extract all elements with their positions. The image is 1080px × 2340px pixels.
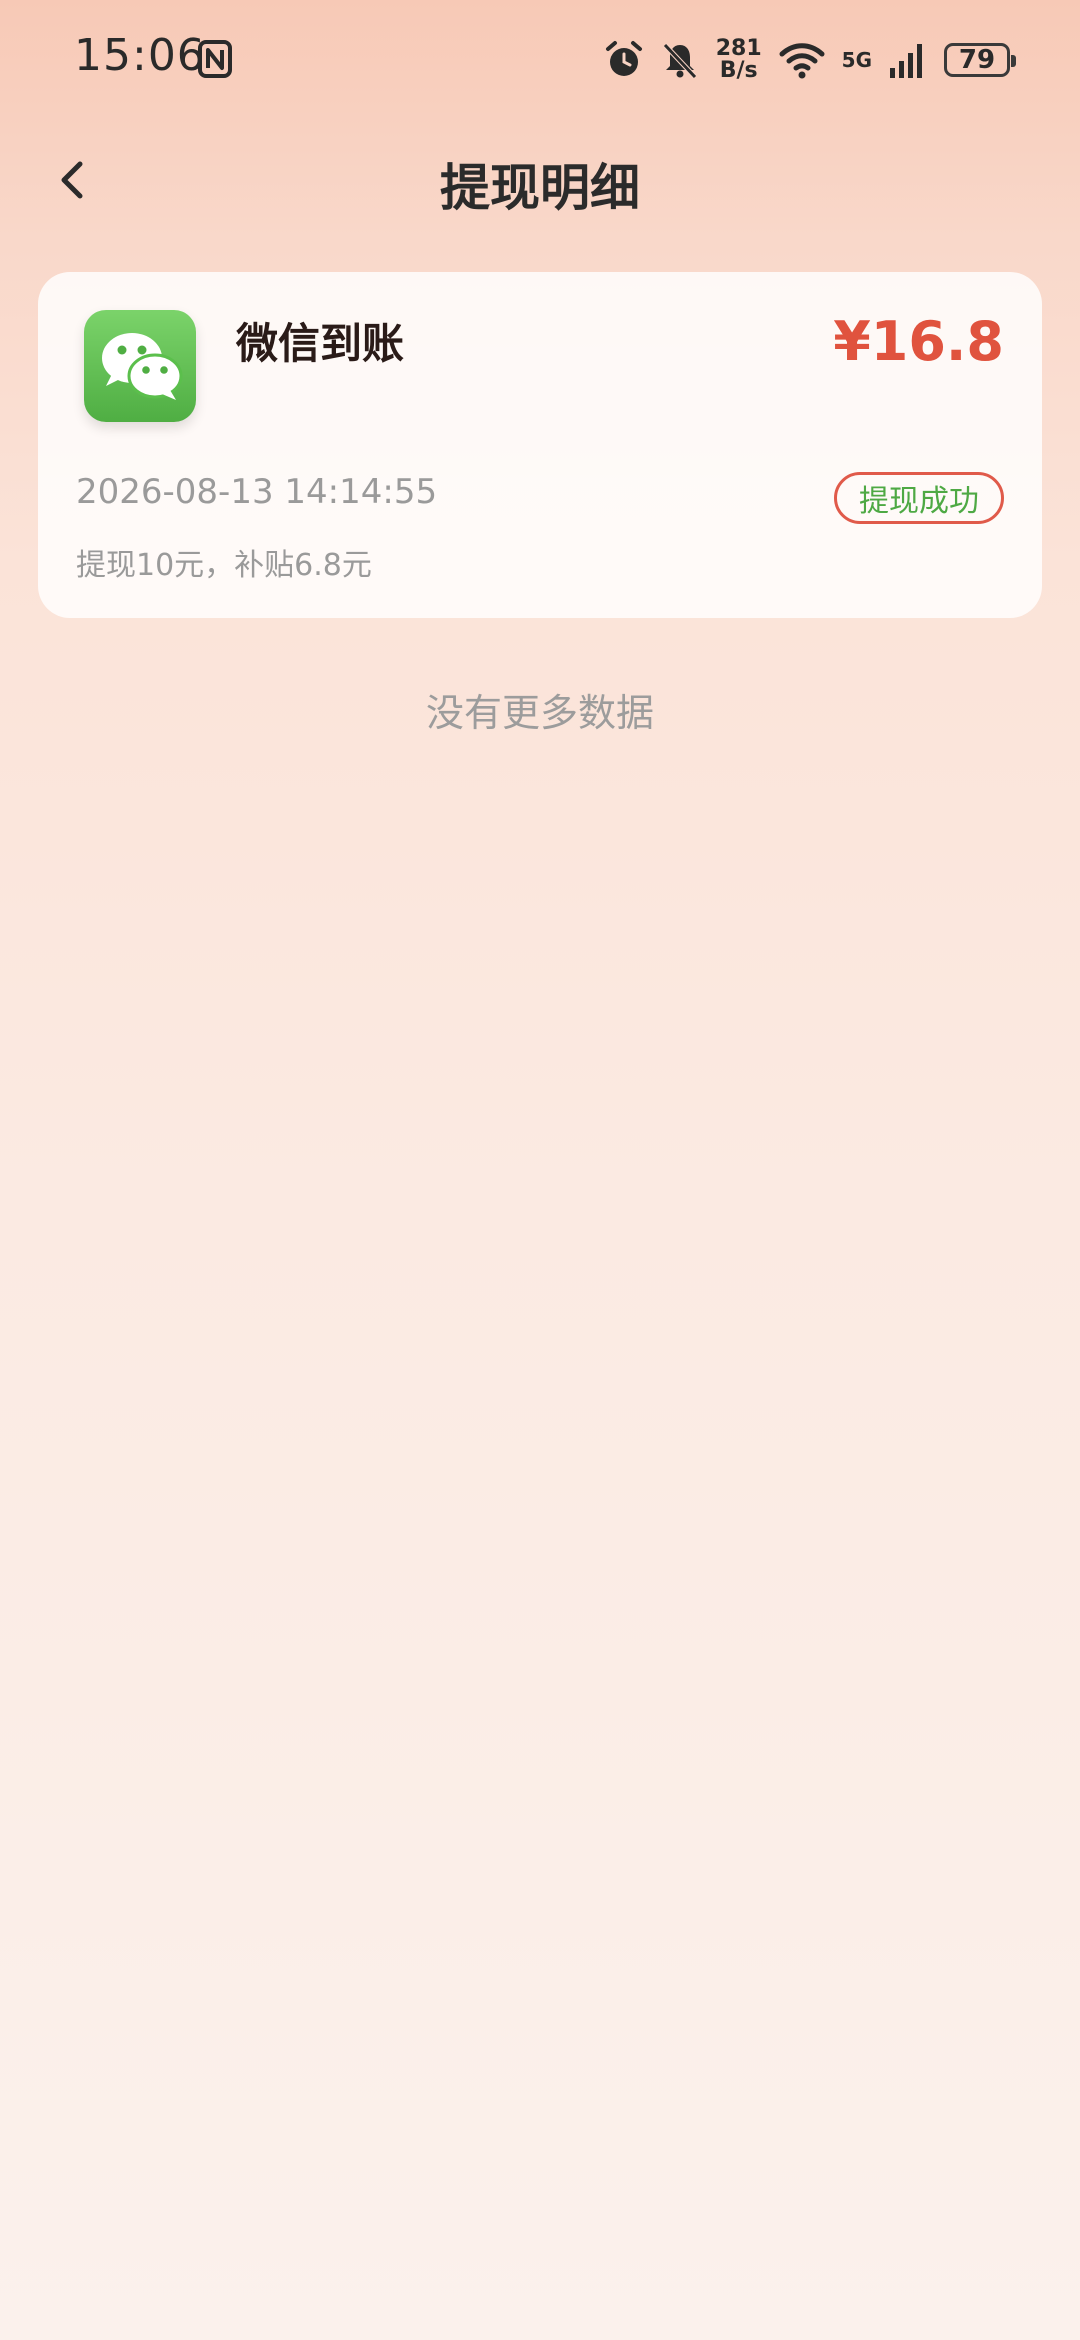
page-title: 提现明细	[440, 159, 640, 217]
network-type: 5G	[842, 48, 872, 72]
record-amount: ¥16.8	[833, 310, 1004, 373]
wifi-icon	[779, 43, 825, 79]
alarm-icon	[605, 41, 642, 76]
network-label: 5G	[841, 48, 872, 72]
record-title: 微信到账	[236, 319, 405, 368]
status-time: 15:06	[74, 30, 206, 81]
network-speed: 281 B/s	[716, 38, 762, 82]
record-desc: 提现10元，补贴6.8元	[76, 548, 372, 583]
header-bar: 提现明细	[0, 120, 1080, 240]
mute-bell-icon	[662, 43, 697, 79]
record-time: 2026-08-13 14:14:55	[76, 472, 438, 512]
battery-icon: 79	[944, 43, 1016, 77]
signal-icon	[890, 44, 922, 78]
status-bar: 15:06 281 B/s 5G 79	[0, 0, 1080, 120]
battery-level: 79	[958, 45, 996, 75]
nfc-icon	[198, 40, 232, 78]
no-more-data-text: 没有更多数据	[425, 691, 654, 735]
status-badge: 提现成功	[834, 472, 1004, 524]
speed-value: 281	[715, 36, 762, 61]
withdraw-record-card[interactable]: 微信到账 ¥16.8 2026-08-13 14:14:55 提现成功 提现10…	[38, 272, 1042, 618]
wechat-icon	[84, 310, 196, 422]
speed-unit: B/s	[719, 58, 758, 83]
